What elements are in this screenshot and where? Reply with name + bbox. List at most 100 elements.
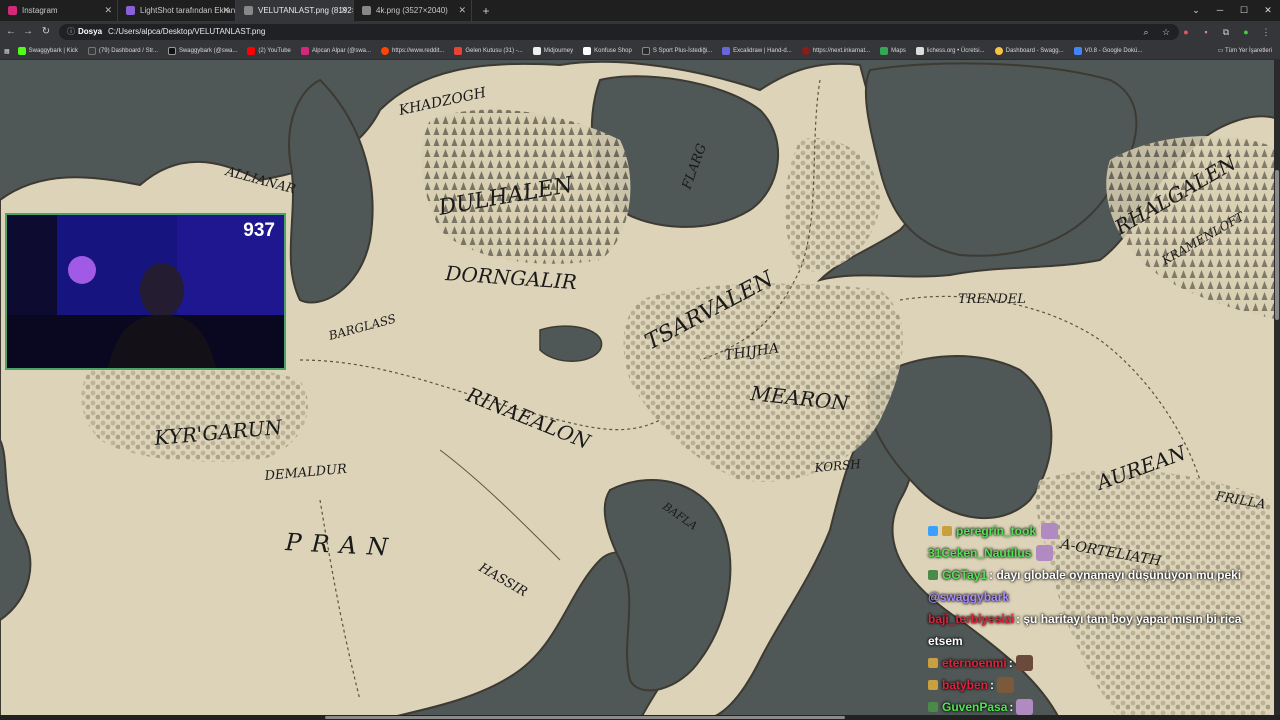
- bookmark-label: (2) YouTube: [258, 48, 291, 54]
- globe-icon: [362, 6, 371, 15]
- konfuse-icon: [583, 47, 592, 55]
- bookmark-item[interactable]: (2) YouTube: [247, 47, 291, 55]
- chat-text: : dayı globale oynamayı düşünüyon mu pek…: [989, 568, 1242, 582]
- bookmarks-bar: ▦ Swaggybark | Kick (79) Dashboard / Str…: [0, 43, 1280, 60]
- toolbar-icons: ⌕ ☆ ● ▪ ⧉ ● ⋮: [1140, 21, 1272, 43]
- dashboard-icon: [87, 47, 96, 55]
- bookmark-label: Midjourney: [543, 48, 574, 54]
- bookmark-item[interactable]: (79) Dashboard / Str...: [87, 47, 158, 55]
- bookmark-item[interactable]: Swaggybark (@swa...: [167, 47, 238, 55]
- bookmark-item[interactable]: Dashboard - Swagg...: [994, 47, 1064, 55]
- reload-button[interactable]: ↻: [38, 21, 54, 43]
- chat-username: eternoenmi: [942, 656, 1007, 670]
- lichess-icon: [915, 47, 924, 55]
- bookmark-item[interactable]: Midjourney: [532, 47, 574, 55]
- chat-message: GGTay1: dayı globale oynamayı düşünüyon …: [928, 564, 1268, 586]
- browser-toolbar: ← → ↻ Dosya C:/Users/alpca/Desktop/VELUTA…: [0, 21, 1280, 43]
- bookmark-label: (79) Dashboard / Str...: [98, 48, 158, 54]
- zoom-icon[interactable]: ⌕: [1140, 26, 1152, 38]
- profile-avatar-icon[interactable]: ●: [1240, 26, 1252, 38]
- bookmark-star-icon[interactable]: ☆: [1160, 26, 1172, 38]
- badge-icon: [928, 570, 938, 580]
- chat-message: peregrin_took: [928, 520, 1268, 542]
- reddit-icon: [381, 47, 390, 55]
- extensions-puzzle-icon[interactable]: ⧉: [1220, 26, 1232, 38]
- chat-mention: @swaggybark: [928, 590, 1010, 604]
- bookmark-item[interactable]: Alpcan Alpar (@swa...: [300, 47, 372, 55]
- tab-search-icon[interactable]: ⌄: [1184, 0, 1208, 21]
- chat-message: batyben:: [928, 674, 1268, 696]
- vertical-scrollbar[interactable]: [1274, 60, 1280, 720]
- bookmark-item[interactable]: Gelen Kutusu (31) -...: [454, 47, 523, 55]
- minimize-button[interactable]: ─: [1208, 0, 1232, 21]
- tab-label: Instagram: [22, 6, 58, 15]
- tab-velutanlast[interactable]: VELUTANLAST.png (8192×7193✕: [236, 0, 354, 21]
- all-bookmarks-button[interactable]: ▭ Tüm Yer İşaretleri: [1218, 43, 1272, 60]
- bookmark-label: Swaggybark | Kick: [28, 48, 78, 54]
- extension-icon[interactable]: ●: [1180, 26, 1192, 38]
- bookmark-item[interactable]: Konfuse Shop: [583, 47, 632, 55]
- address-bar[interactable]: Dosya C:/Users/alpca/Desktop/VELUTANLAST.…: [59, 24, 1179, 40]
- close-tab-icon[interactable]: ✕: [222, 0, 230, 21]
- emote-icon: [997, 677, 1015, 693]
- emote-icon: [1016, 699, 1034, 715]
- apps-icon[interactable]: ▦: [4, 48, 10, 55]
- tab-lightshot[interactable]: LightShot tarafından Ekran Gö✕: [118, 0, 236, 21]
- bookmark-item[interactable]: S Sport Plus-İstediği...: [641, 47, 713, 55]
- tab-label: 4k.png (3527×2040): [376, 6, 448, 15]
- gmail-icon: [454, 47, 463, 55]
- crown-icon: [942, 526, 952, 536]
- bookmark-item[interactable]: Swaggybark | Kick: [17, 47, 78, 55]
- scrollbar-thumb[interactable]: [1275, 170, 1279, 320]
- back-button[interactable]: ←: [3, 21, 19, 43]
- chat-text: :: [990, 678, 995, 692]
- bookmark-item[interactable]: lichess.org • Ücretsi...: [915, 47, 985, 55]
- globe-icon: [244, 6, 253, 15]
- bookmark-item[interactable]: https://www.reddit...: [381, 47, 444, 55]
- excalidraw-icon: [722, 47, 731, 55]
- tab-instagram[interactable]: Instagram ✕: [0, 0, 118, 21]
- chat-text: etsem: [928, 634, 963, 648]
- viewer-count: 937: [243, 220, 275, 241]
- bookmark-label: https://www.reddit...: [392, 48, 445, 54]
- bookmark-label: Maps: [891, 48, 906, 54]
- protocol-label: Dosya: [67, 27, 102, 36]
- new-tab-button[interactable]: +: [478, 3, 494, 19]
- map-label: TRENDEL: [958, 292, 1026, 307]
- chat-text: :: [1008, 656, 1013, 670]
- x-icon: [167, 47, 176, 55]
- ssport-icon: [641, 47, 650, 55]
- lightshot-icon: [126, 6, 135, 15]
- bookmark-label: Konfuse Shop: [594, 48, 632, 54]
- bookmark-label: Swaggybark (@swa...: [178, 48, 238, 54]
- chat-message: baji_terbiyesizi: şu haritayı tam boy ya…: [928, 608, 1268, 630]
- inkarnate-icon: [801, 47, 810, 55]
- bookmark-label: V0.8 - Google Dokü...: [1084, 48, 1143, 54]
- horizontal-scrollbar[interactable]: [0, 715, 1280, 720]
- close-tab-icon[interactable]: ✕: [458, 0, 466, 21]
- window-controls: ⌄ ─ ☐ ✕: [1184, 0, 1280, 21]
- bookmark-item[interactable]: Maps: [880, 47, 906, 55]
- forward-button[interactable]: →: [20, 21, 36, 43]
- maximize-button[interactable]: ☐: [1232, 0, 1256, 21]
- close-tab-icon[interactable]: ✕: [104, 0, 112, 21]
- scrollbar-thumb[interactable]: [325, 716, 845, 719]
- extension-icon[interactable]: ▪: [1200, 26, 1212, 38]
- chat-message: 31Ceken_Nautilus: [928, 542, 1268, 564]
- bookmark-label: Alpcan Alpar (@swa...: [311, 48, 372, 54]
- menu-icon[interactable]: ⋮: [1260, 26, 1272, 38]
- bookmark-item[interactable]: Excalidraw | Hand-d...: [722, 47, 792, 55]
- tab-strip: Instagram ✕ LightShot tarafından Ekran Gö…: [0, 0, 1280, 21]
- bookmark-label: S Sport Plus-İstediği...: [652, 48, 713, 54]
- chat-username: baji_terbiyesizi: [928, 612, 1015, 626]
- chat-message: @swaggybark: [928, 586, 1268, 608]
- bookmark-item[interactable]: V0.8 - Google Dokü...: [1073, 47, 1143, 55]
- close-tab-icon[interactable]: ✕: [340, 0, 348, 21]
- bookmark-item[interactable]: https://next.inkarnat...: [801, 47, 870, 55]
- close-window-button[interactable]: ✕: [1256, 0, 1280, 21]
- bookmark-label: Gelen Kutusu (31) -...: [465, 48, 523, 54]
- tab-4k[interactable]: 4k.png (3527×2040) ✕: [354, 0, 472, 21]
- chat-message: eternoenmi:: [928, 652, 1268, 674]
- crown-icon: [928, 658, 938, 668]
- bookmark-label: Dashboard - Swagg...: [1005, 48, 1064, 54]
